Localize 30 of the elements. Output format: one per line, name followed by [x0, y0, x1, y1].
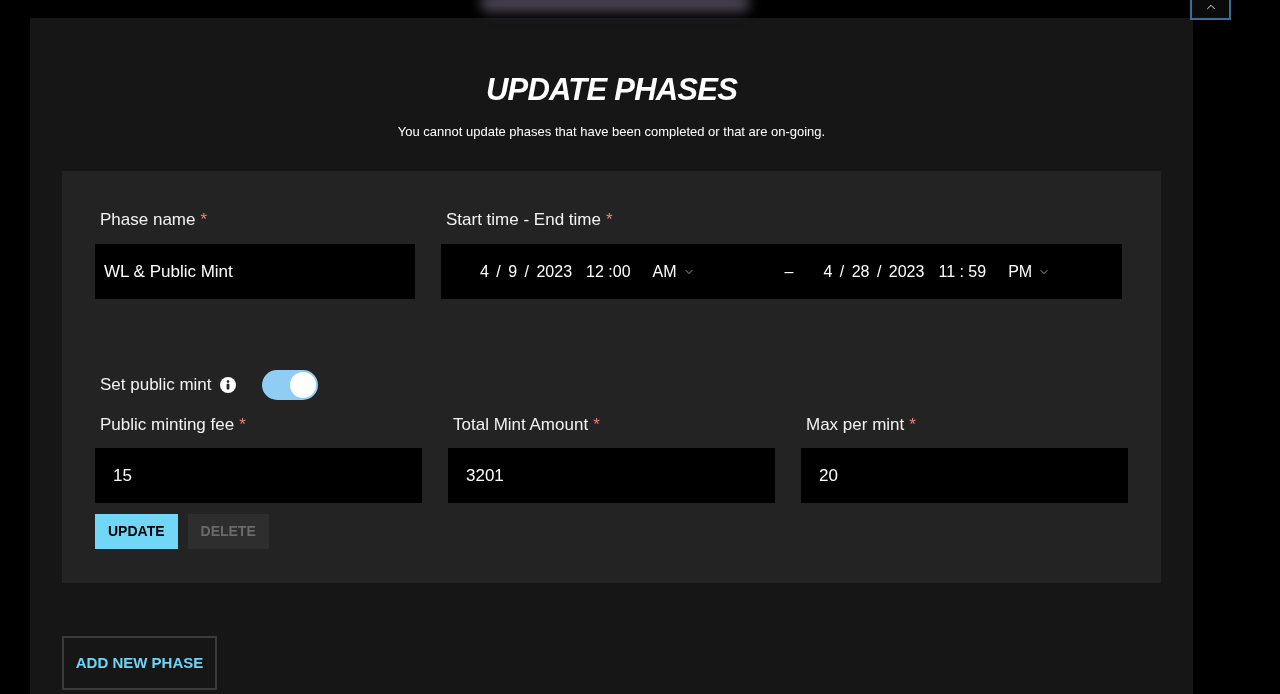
field-label: Public minting fee: [100, 414, 235, 436]
date-text[interactable]: 4 / 28 / 2023: [823, 259, 925, 284]
phase-name-input[interactable]: WL & Public Mint: [95, 244, 415, 299]
date-range-input[interactable]: 4 / 9 / 2023 12 :00 AM – 4 / 28 / 2023 11 : 59 PM: [441, 244, 1122, 299]
field-label: Phase name: [100, 209, 196, 231]
required-asterisk: *: [239, 414, 246, 436]
required-asterisk: *: [909, 414, 916, 436]
range-separator: –: [784, 261, 794, 282]
date-text[interactable]: 4 / 9 / 2023: [480, 259, 573, 284]
info-icon: [219, 377, 236, 393]
public-mint-toggle[interactable]: [261, 370, 318, 400]
modal-subtitle: You cannot update phases that have been completed or that are on-going.: [397, 123, 826, 141]
period-select[interactable]: AM: [652, 259, 695, 284]
field-label: Total Mint Amount: [453, 414, 589, 436]
number-input[interactable]: 20: [801, 448, 1128, 503]
field-label: Max per mint: [806, 414, 905, 436]
time-text[interactable]: 11 : 59: [938, 259, 987, 284]
number-input[interactable]: 15: [95, 448, 422, 503]
action-button[interactable]: UPDATE: [95, 514, 178, 549]
required-asterisk: *: [200, 209, 208, 231]
modal-title: UPDATE PHASES: [485, 71, 738, 109]
period-select[interactable]: PM: [1008, 259, 1051, 284]
add-phase-button[interactable]: ADD NEW PHASE: [62, 636, 217, 690]
required-asterisk: *: [605, 209, 613, 231]
field-label: Start time - End time: [446, 209, 601, 231]
number-input[interactable]: 3201: [448, 448, 775, 503]
public-mint-label: Set public mint: [100, 374, 212, 397]
time-text[interactable]: 12 :00: [586, 259, 631, 284]
required-asterisk: *: [593, 414, 600, 436]
collapse-button[interactable]: [1190, 0, 1231, 20]
